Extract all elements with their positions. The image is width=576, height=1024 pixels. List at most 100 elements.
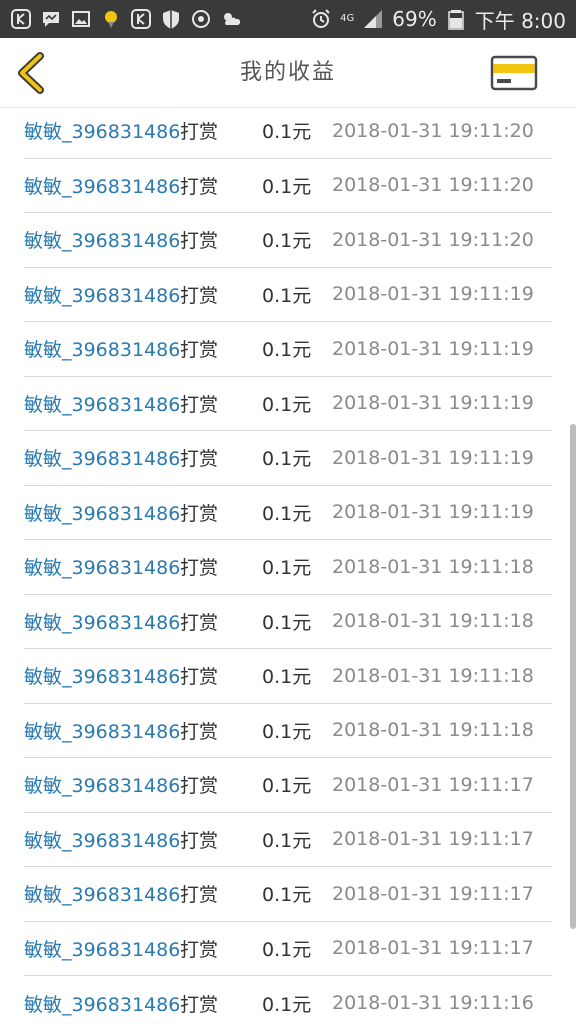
list-item[interactable]: 敏敏_396831486 打赏 0.1元 2018-01-31 19:11:16 — [24, 976, 552, 1024]
weather-icon — [220, 8, 242, 30]
record-user[interactable]: 敏敏_396831486 — [24, 281, 180, 308]
list-item[interactable]: 敏敏_396831486 打赏 0.1元 2018-01-31 19:11:18 — [24, 649, 552, 704]
record-time: 2018-01-31 19:11:19 — [332, 501, 534, 524]
record-action: 打赏 — [180, 121, 219, 144]
record-time: 2018-01-31 19:11:18 — [332, 555, 534, 578]
record-amount: 0.1元 — [262, 230, 312, 253]
list-item[interactable]: 敏敏_396831486 打赏 0.1元 2018-01-31 19:11:17 — [24, 758, 552, 813]
network-type: 4G — [340, 13, 355, 24]
record-time: 2018-01-31 19:11:20 — [332, 174, 534, 197]
record-amount: 0.1元 — [262, 284, 312, 307]
record-user[interactable]: 敏敏_396831486 — [24, 880, 180, 907]
credit-card-icon — [490, 55, 538, 91]
record-amount: 0.1元 — [262, 884, 312, 907]
record-amount: 0.1元 — [262, 993, 312, 1016]
list-item[interactable]: 敏敏_396831486 打赏 0.1元 2018-01-31 19:11:19 — [24, 268, 552, 322]
record-amount: 0.1元 — [262, 339, 312, 362]
card-button[interactable] — [490, 55, 538, 91]
clock: 下午 8:00 — [474, 8, 566, 33]
location-pin-icon — [100, 8, 122, 30]
record-amount: 0.1元 — [262, 775, 312, 798]
scrollbar[interactable] — [570, 424, 576, 929]
record-user[interactable]: 敏敏_396831486 — [24, 335, 180, 362]
record-action: 打赏 — [180, 175, 219, 198]
signal-icon — [362, 8, 384, 30]
record-time: 2018-01-31 19:11:19 — [332, 392, 534, 415]
record-action: 打赏 — [180, 284, 219, 307]
record-user[interactable]: 敏敏_396831486 — [24, 935, 180, 962]
list-item[interactable]: 敏敏_396831486 打赏 0.1元 2018-01-31 19:11:17 — [24, 922, 552, 976]
shield-icon — [160, 8, 182, 30]
record-time: 2018-01-31 19:11:19 — [332, 283, 534, 306]
status-bar-system: 4G 69% 下午 8:00 — [310, 5, 566, 34]
record-user[interactable]: 敏敏_396831486 — [24, 226, 180, 253]
record-time: 2018-01-31 19:11:18 — [332, 719, 534, 742]
record-amount: 0.1元 — [262, 666, 312, 689]
image-icon — [70, 8, 92, 30]
sync-icon — [190, 8, 212, 30]
battery-percent: 69% — [392, 7, 437, 31]
record-time: 2018-01-31 19:11:17 — [332, 773, 534, 796]
earnings-list[interactable]: 敏敏_396831486 打赏 0.1元 2018-01-31 19:11:20 敏敏_… — [0, 108, 576, 1024]
record-time: 2018-01-31 19:11:17 — [332, 937, 534, 960]
record-amount: 0.1元 — [262, 393, 312, 416]
record-user[interactable]: 敏敏_396831486 — [24, 172, 180, 199]
record-action: 打赏 — [180, 557, 219, 580]
record-action: 打赏 — [180, 775, 219, 798]
record-action: 打赏 — [180, 829, 219, 852]
record-amount: 0.1元 — [262, 502, 312, 525]
list-item[interactable]: 敏敏_396831486 打赏 0.1元 2018-01-31 19:11:18 — [24, 540, 552, 595]
record-action: 打赏 — [180, 230, 219, 253]
list-item[interactable]: 敏敏_396831486 打赏 0.1元 2018-01-31 19:11:19 — [24, 322, 552, 377]
list-item[interactable]: 敏敏_396831486 打赏 0.1元 2018-01-31 19:11:20 — [24, 159, 552, 213]
record-action: 打赏 — [180, 339, 219, 362]
record-action: 打赏 — [180, 884, 219, 907]
status-bar-notifications — [10, 8, 242, 30]
list-item[interactable]: 敏敏_396831486 打赏 0.1元 2018-01-31 19:11:20 — [24, 213, 552, 268]
list-item[interactable]: 敏敏_396831486 打赏 0.1元 2018-01-31 19:11:18 — [24, 595, 552, 649]
record-user[interactable]: 敏敏_396831486 — [24, 553, 180, 580]
list-item[interactable]: 敏敏_396831486 打赏 0.1元 2018-01-31 19:11:17 — [24, 867, 552, 922]
record-time: 2018-01-31 19:11:18 — [332, 664, 534, 687]
record-amount: 0.1元 — [262, 121, 312, 144]
record-user[interactable]: 敏敏_396831486 — [24, 444, 180, 471]
record-amount: 0.1元 — [262, 557, 312, 580]
record-user[interactable]: 敏敏_396831486 — [24, 717, 180, 744]
record-user[interactable]: 敏敏_396831486 — [24, 662, 180, 689]
record-action: 打赏 — [180, 393, 219, 416]
record-action: 打赏 — [180, 993, 219, 1016]
record-user[interactable]: 敏敏_396831486 — [24, 608, 180, 635]
record-user[interactable]: 敏敏_396831486 — [24, 499, 180, 526]
record-time: 2018-01-31 19:11:19 — [332, 337, 534, 360]
list-item[interactable]: 敏敏_396831486 打赏 0.1元 2018-01-31 19:11:18 — [24, 704, 552, 758]
record-time: 2018-01-31 19:11:17 — [332, 882, 534, 905]
record-action: 打赏 — [180, 611, 219, 634]
record-amount: 0.1元 — [262, 175, 312, 198]
record-user[interactable]: 敏敏_396831486 — [24, 826, 180, 853]
record-user[interactable]: 敏敏_396831486 — [24, 117, 180, 144]
record-amount: 0.1元 — [262, 720, 312, 743]
record-time: 2018-01-31 19:11:18 — [332, 610, 534, 633]
message-icon — [40, 8, 62, 30]
record-time: 2018-01-31 19:11:17 — [332, 828, 534, 851]
record-amount: 0.1元 — [262, 829, 312, 852]
record-time: 2018-01-31 19:11:16 — [332, 992, 534, 1015]
list-item[interactable]: 敏敏_396831486 打赏 0.1元 2018-01-31 19:11:19 — [24, 377, 552, 431]
record-action: 打赏 — [180, 448, 219, 471]
record-user[interactable]: 敏敏_396831486 — [24, 390, 180, 417]
record-user[interactable]: 敏敏_396831486 — [24, 990, 180, 1017]
list-item[interactable]: 敏敏_396831486 打赏 0.1元 2018-01-31 19:11:20 — [24, 108, 552, 159]
list-item[interactable]: 敏敏_396831486 打赏 0.1元 2018-01-31 19:11:19 — [24, 486, 552, 540]
record-action: 打赏 — [180, 666, 219, 689]
record-amount: 0.1元 — [262, 448, 312, 471]
record-time: 2018-01-31 19:11:20 — [332, 228, 534, 251]
record-user[interactable]: 敏敏_396831486 — [24, 771, 180, 798]
list-item[interactable]: 敏敏_396831486 打赏 0.1元 2018-01-31 19:11:19 — [24, 431, 552, 486]
battery-icon — [445, 8, 467, 30]
record-amount: 0.1元 — [262, 938, 312, 961]
record-time: 2018-01-31 19:11:19 — [332, 446, 534, 469]
record-amount: 0.1元 — [262, 611, 312, 634]
record-time: 2018-01-31 19:11:20 — [332, 119, 534, 142]
app-k-icon-2 — [130, 8, 152, 30]
list-item[interactable]: 敏敏_396831486 打赏 0.1元 2018-01-31 19:11:17 — [24, 813, 552, 867]
